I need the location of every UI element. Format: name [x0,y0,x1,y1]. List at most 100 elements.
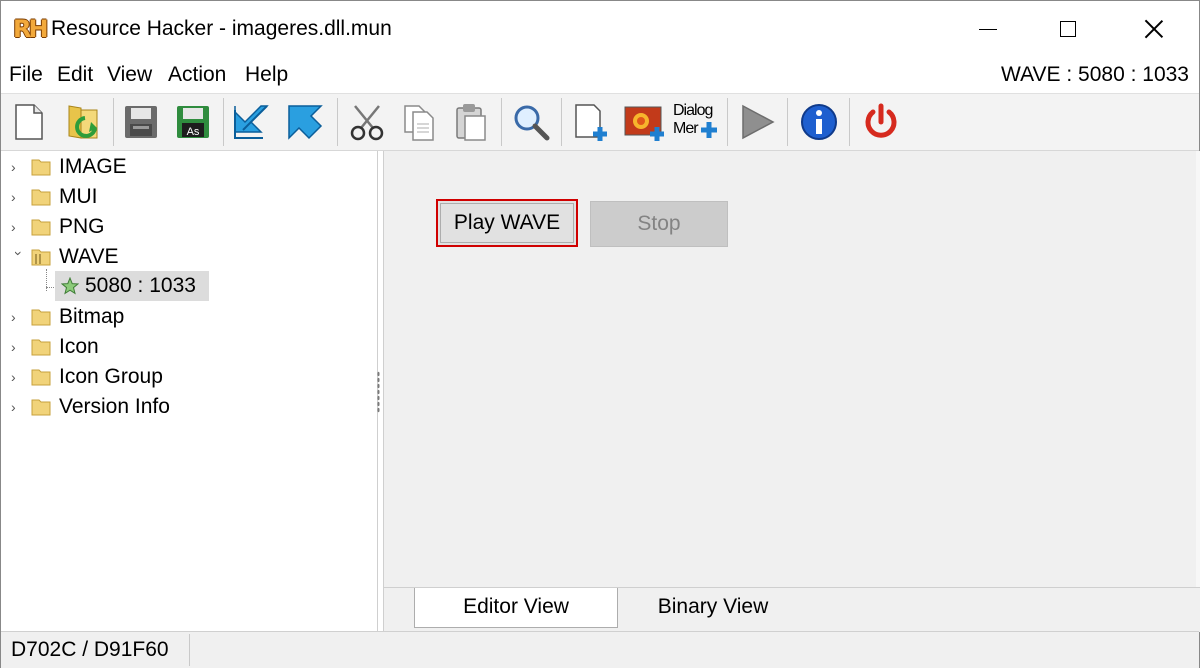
tree-node-image[interactable]: › IMAGE [3,153,377,181]
menu-action[interactable]: Action [168,63,226,87]
expand-icon[interactable]: › [11,190,23,204]
svg-text:As: As [187,126,200,138]
new-file-icon [15,104,43,140]
menu-bar: File Edit View Action Help WAVE : 5080 :… [1,57,1199,93]
folder-icon [31,369,51,386]
tab-editor-view[interactable]: Editor View [414,588,618,628]
tree-node-label: Version Info [59,395,170,418]
open-folder-icon [31,249,51,266]
toolbar-separator [223,98,224,146]
open-button[interactable] [61,100,105,144]
dialog-menu-icon: Dialog Mer [673,100,721,144]
expand-icon[interactable]: › [11,160,23,174]
compile-button[interactable] [229,100,273,144]
panel-splitter[interactable] [377,371,380,413]
toolbar-separator [113,98,114,146]
folder-icon [31,189,51,206]
title-bar[interactable]: RH Resource Hacker - imageres.dll.mun [1,1,1199,57]
toolbar-separator [849,98,850,146]
exit-button[interactable] [859,100,903,144]
menu-help[interactable]: Help [245,63,288,87]
minimize-icon [979,28,997,30]
menu-edit[interactable]: Edit [57,63,93,87]
add-image-icon [624,106,664,141]
tree-node-icon[interactable]: › Icon [3,333,377,361]
menu-file[interactable]: File [9,63,43,87]
play-button[interactable] [735,100,779,144]
vertical-scrollbar[interactable] [1196,151,1200,587]
add-image-resource-button[interactable] [623,100,667,144]
folder-icon [31,159,51,176]
resource-status: WAVE : 5080 : 1033 [1001,63,1189,86]
app-window: RH Resource Hacker - imageres.dll.mun Fi… [0,0,1200,668]
toolbar-separator [337,98,338,146]
close-button[interactable] [1109,1,1199,57]
paste-icon [456,104,486,141]
tree-node-label: PNG [59,215,105,238]
resource-tree[interactable]: › IMAGE › MUI › PNG › WAVE 5080: 1033 ›… [3,151,378,631]
tree-node-wave-5080-1033[interactable]: 5080 : 1033 [55,271,209,301]
folder-icon [31,399,51,416]
play-icon [742,104,775,140]
app-logo: RH [13,15,49,43]
expand-icon[interactable]: › [11,220,23,234]
expand-icon[interactable]: › [11,340,23,354]
plus-icon [701,122,717,138]
star-icon [61,277,79,295]
toolbar: As Dialog Mer [1,93,1199,151]
copy-button[interactable] [397,100,441,144]
save-button[interactable] [119,100,163,144]
go-back-button[interactable] [283,100,327,144]
folder-icon [31,339,51,356]
close-icon [1144,19,1164,39]
tree-node-icon-group[interactable]: › Icon Group [3,363,377,391]
tree-node-label: Bitmap [59,305,125,328]
play-wave-button[interactable]: Play WAVE [436,199,578,247]
tree-node-bitmap[interactable]: › Bitmap [3,303,377,331]
tree-node-label: WAVE [59,245,119,268]
cut-button[interactable] [345,100,389,144]
add-blank-icon [575,104,607,141]
tree-node-mui[interactable]: › MUI [3,183,377,211]
folder-icon [31,219,51,236]
save-as-button[interactable]: As [171,100,215,144]
about-button[interactable] [797,100,841,144]
minimize-button[interactable] [943,1,1033,57]
toolbar-separator [561,98,562,146]
view-tabs: Editor View Binary View [383,587,1200,632]
tree-node-label: 5080 : 1033 [85,274,196,297]
tree-node-label: Icon [59,335,99,358]
editor-panel: Play WAVE Stop [383,151,1200,587]
maximize-icon [1060,21,1076,37]
menu-view[interactable]: View [107,63,152,87]
power-icon [865,103,897,138]
status-bar: D702C / D91F60 [1,631,1199,668]
expand-icon[interactable]: › [11,310,23,324]
compile-arrow-icon [234,105,269,139]
paste-button[interactable] [449,100,493,144]
tree-node-png[interactable]: › PNG [3,213,377,241]
magnifier-icon [514,105,550,141]
tree-node-label: IMAGE [59,155,127,178]
new-button[interactable] [7,100,51,144]
save-icon [125,106,157,138]
tab-binary-view[interactable]: Binary View [620,588,806,628]
toolbar-separator [787,98,788,146]
window-title: Resource Hacker - imageres.dll.mun [51,17,392,40]
expand-icon[interactable]: › [11,370,23,384]
tree-node-label: MUI [59,185,98,208]
stop-button: Stop [590,201,728,247]
add-blank-resource-button[interactable] [569,100,613,144]
tree-node-wave[interactable]: › WAVE [3,243,377,271]
maximize-button[interactable] [1023,1,1113,57]
status-offsets: D702C / D91F60 [11,638,169,661]
scissors-icon [350,105,384,141]
dialog-menu-button[interactable]: Dialog Mer [673,100,721,144]
open-folder-icon [68,105,98,139]
find-button[interactable] [509,100,553,144]
back-arrow-icon [288,105,323,140]
expand-icon[interactable]: › [11,400,23,414]
collapse-icon[interactable]: › [11,251,27,263]
toolbar-separator [727,98,728,146]
tree-node-version-info[interactable]: › Version Info [3,393,377,421]
